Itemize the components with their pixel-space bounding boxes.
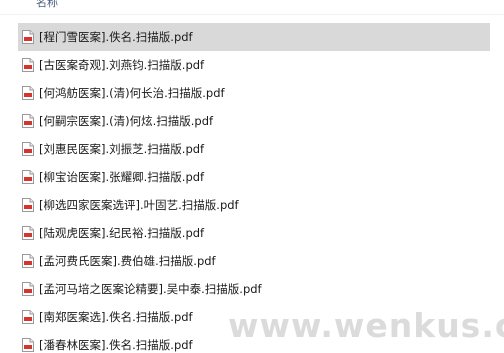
pdf-file-icon	[22, 310, 34, 324]
file-row[interactable]: [陆观虎医案].纪民裕.扫描版.pdf	[0, 219, 504, 247]
pdf-file-icon	[22, 30, 34, 44]
pdf-file-icon	[22, 170, 34, 184]
pdf-file-icon	[22, 86, 34, 100]
file-name: [刘惠民医案].刘振芝.扫描版.pdf	[39, 142, 205, 156]
file-row[interactable]: [何鸿舫医案].(清)何长治.扫描版.pdf	[0, 79, 504, 107]
file-name: [陆观虎医案].纪民裕.扫描版.pdf	[39, 226, 205, 240]
file-name: [柳选四家医案选评].叶固艺.扫描版.pdf	[39, 198, 239, 212]
file-row[interactable]: [潘春林医案].佚名.扫描版.pdf	[0, 331, 504, 353]
pdf-file-icon	[22, 198, 34, 212]
file-row[interactable]: [孟河费氏医案].费伯雄.扫描版.pdf	[0, 247, 504, 275]
pdf-file-icon	[22, 254, 34, 268]
column-header: 名称	[0, 0, 504, 15]
pdf-file-icon	[22, 226, 34, 240]
file-row[interactable]: [南郑医案选].佚名.扫描版.pdf	[0, 303, 504, 331]
file-name: [何鸿舫医案].(清)何长治.扫描版.pdf	[39, 86, 225, 100]
pdf-file-icon	[22, 114, 34, 128]
file-row[interactable]: [孟河马培之医案论精要].吴中泰.扫描版.pdf	[0, 275, 504, 303]
file-list: [程门雪医案].佚名.扫描版.pdf [古医案奇观].刘燕钧.扫描版.pdf [何鸿…	[0, 23, 504, 353]
file-name: [孟河马培之医案论精要].吴中泰.扫描版.pdf	[39, 282, 262, 296]
file-name: [柳宝诒医案].张耀卿.扫描版.pdf	[39, 170, 205, 184]
pdf-file-icon	[22, 282, 34, 296]
file-name: [南郑医案选].佚名.扫描版.pdf	[39, 310, 193, 324]
file-row[interactable]: [柳宝诒医案].张耀卿.扫描版.pdf	[0, 163, 504, 191]
file-row[interactable]: [刘惠民医案].刘振芝.扫描版.pdf	[0, 135, 504, 163]
pdf-file-icon	[22, 58, 34, 72]
file-explorer-window: 名称 [程门雪医案].佚名.扫描版.pdf [古医案奇观].刘燕钧.扫描版.pdf…	[0, 0, 504, 353]
pdf-file-icon	[22, 142, 34, 156]
file-name: [程门雪医案].佚名.扫描版.pdf	[39, 30, 193, 44]
pdf-file-icon	[22, 338, 34, 352]
file-name: [潘春林医案].佚名.扫描版.pdf	[39, 338, 193, 352]
name-column-header[interactable]: 名称	[36, 0, 58, 10]
file-row[interactable]: [柳选四家医案选评].叶固艺.扫描版.pdf	[0, 191, 504, 219]
file-name: [孟河费氏医案].费伯雄.扫描版.pdf	[39, 254, 216, 268]
file-row[interactable]: [何嗣宗医案].(清)何炫.扫描版.pdf	[0, 107, 504, 135]
file-name: [何嗣宗医案].(清)何炫.扫描版.pdf	[39, 114, 214, 128]
file-row[interactable]: [古医案奇观].刘燕钧.扫描版.pdf	[0, 51, 504, 79]
file-row[interactable]: [程门雪医案].佚名.扫描版.pdf	[18, 23, 490, 51]
file-name: [古医案奇观].刘燕钧.扫描版.pdf	[39, 58, 205, 72]
